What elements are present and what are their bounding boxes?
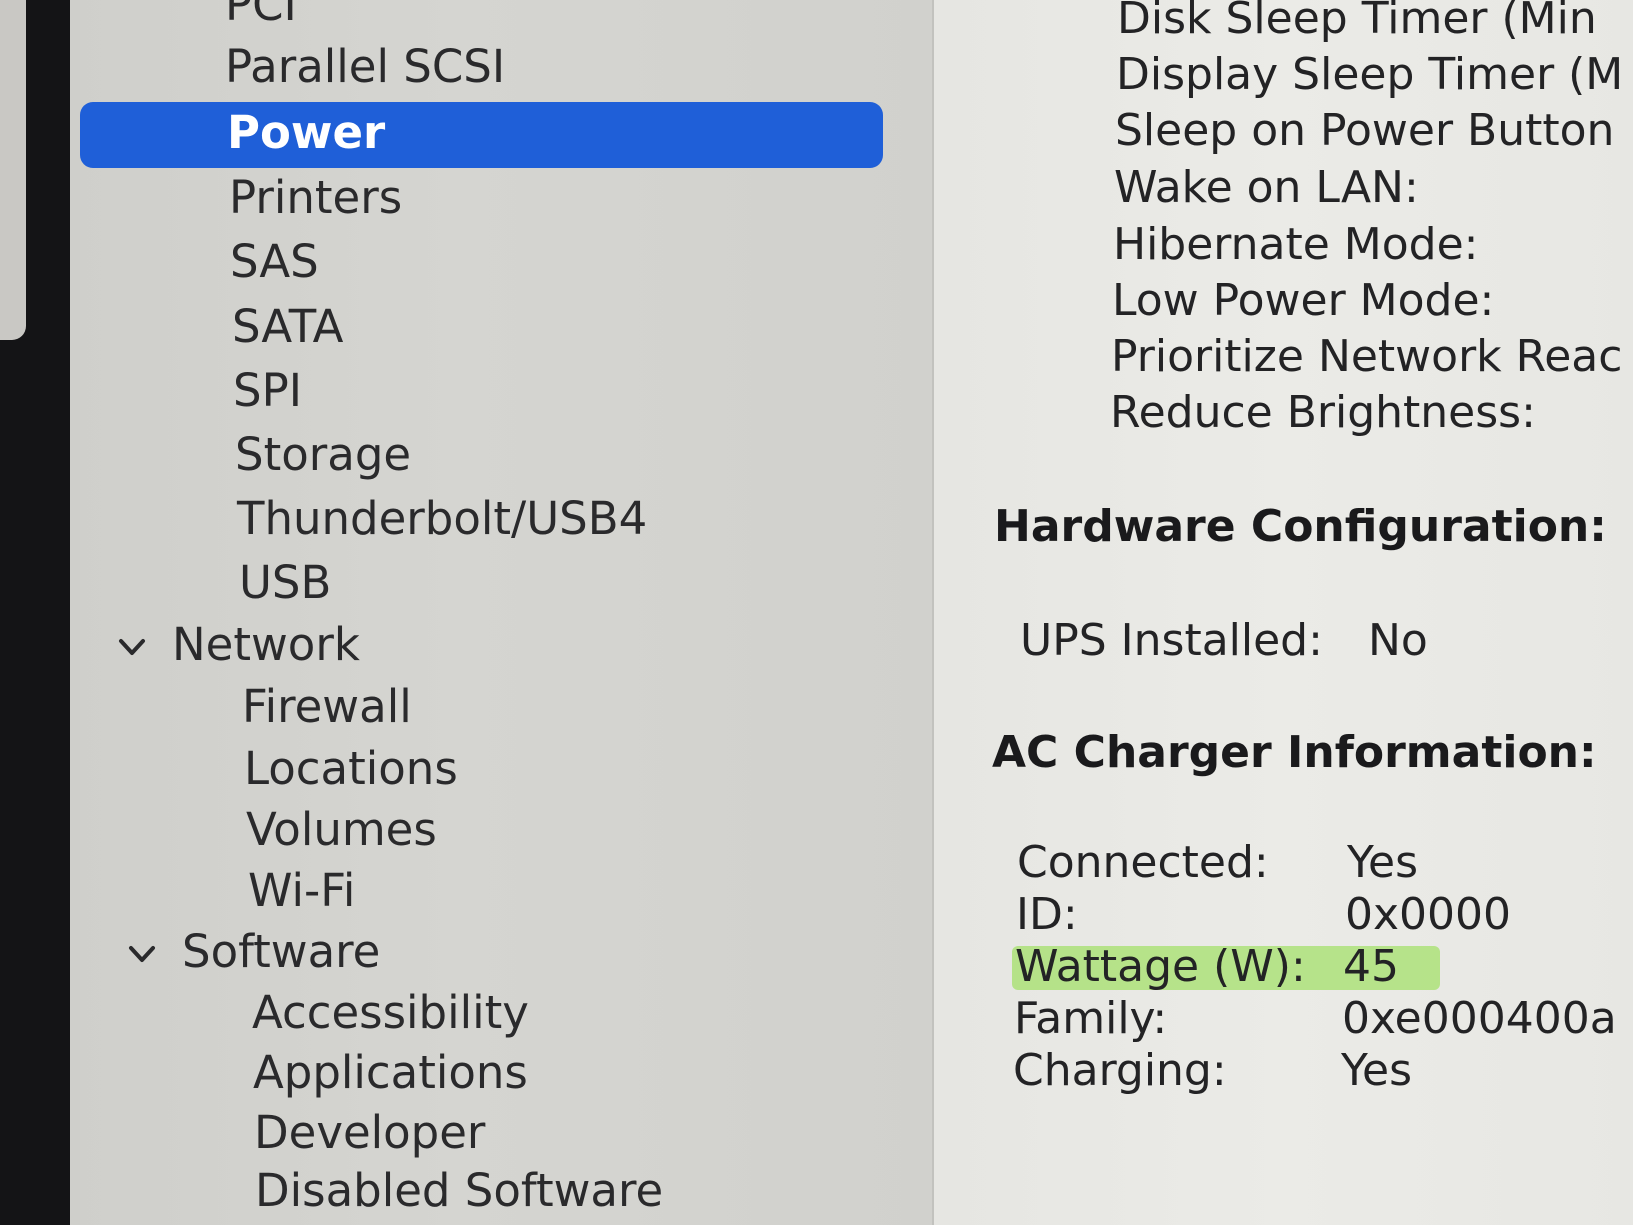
ac-wattage-label: Wattage (W): <box>1015 941 1306 992</box>
sidebar-item-volumes[interactable]: Volumes <box>246 803 437 857</box>
ac-wattage-value: 45 <box>1343 941 1399 992</box>
setting-label-prioritize-network: Prioritize Network Reac <box>1111 331 1623 382</box>
sidebar-item-parallel-scsi[interactable]: Parallel SCSI <box>225 40 505 94</box>
setting-label-sleep-on-power-button: Sleep on Power Button <box>1115 105 1615 156</box>
setting-label-disk-sleep-timer: Disk Sleep Timer (Min <box>1117 0 1597 44</box>
sidebar-selection-highlight <box>80 102 883 168</box>
sidebar-item-spi[interactable]: SPI <box>233 364 302 418</box>
sidebar-item-sas[interactable]: SAS <box>230 235 319 289</box>
ac-id-value: 0x0000 <box>1345 889 1512 940</box>
sidebar-item-thunderbolt-usb4[interactable]: Thunderbolt/USB4 <box>237 492 647 546</box>
ac-id-label: ID: <box>1016 889 1078 940</box>
sidebar-item-firewall[interactable]: Firewall <box>242 680 412 734</box>
sidebar-group-network[interactable]: Network <box>172 618 360 672</box>
sidebar-item-wi-fi[interactable]: Wi-Fi <box>248 864 355 918</box>
hardware-configuration-heading: Hardware Configuration: <box>994 501 1607 552</box>
sidebar-item-disabled-software[interactable]: Disabled Software <box>255 1164 663 1218</box>
sidebar-item-usb[interactable]: USB <box>239 556 331 610</box>
sidebar-item-pci[interactable]: PCI <box>225 0 297 32</box>
setting-label-display-sleep-timer: Display Sleep Timer (M <box>1116 49 1624 100</box>
system-information-window: PCI Parallel SCSI Power Printers SAS SAT… <box>0 0 1633 1225</box>
sidebar-item-developer[interactable]: Developer <box>254 1106 485 1160</box>
ac-charging-label: Charging: <box>1013 1045 1227 1096</box>
sidebar-item-storage[interactable]: Storage <box>235 428 411 482</box>
sidebar-item-applications[interactable]: Applications <box>253 1046 528 1100</box>
setting-label-reduce-brightness: Reduce Brightness: <box>1110 387 1536 438</box>
sidebar-item-locations[interactable]: Locations <box>244 742 458 796</box>
ac-family-value: 0xe000400a <box>1342 993 1617 1044</box>
sidebar-item-sata[interactable]: SATA <box>232 300 343 354</box>
sidebar-item-printers[interactable]: Printers <box>229 171 402 225</box>
setting-label-hibernate-mode: Hibernate Mode: <box>1113 219 1479 270</box>
sidebar[interactable] <box>70 0 932 1225</box>
ac-charger-heading: AC Charger Information: <box>992 727 1597 778</box>
sidebar-group-software[interactable]: Software <box>182 925 380 979</box>
ups-installed-label: UPS Installed: <box>1020 615 1323 666</box>
setting-label-low-power-mode: Low Power Mode: <box>1112 275 1495 326</box>
chevron-down-icon[interactable] <box>117 632 147 662</box>
ups-installed-value: No <box>1368 615 1428 666</box>
chevron-down-icon[interactable] <box>127 939 157 969</box>
ac-connected-label: Connected: <box>1017 837 1269 888</box>
ac-connected-value: Yes <box>1347 837 1419 888</box>
ac-family-label: Family: <box>1014 993 1168 1044</box>
adjacent-window-edge <box>0 0 26 340</box>
sidebar-item-accessibility[interactable]: Accessibility <box>252 986 529 1040</box>
sidebar-item-power[interactable]: Power <box>227 106 385 160</box>
ac-charging-value: Yes <box>1341 1045 1413 1096</box>
setting-label-wake-on-lan: Wake on LAN: <box>1114 162 1419 213</box>
